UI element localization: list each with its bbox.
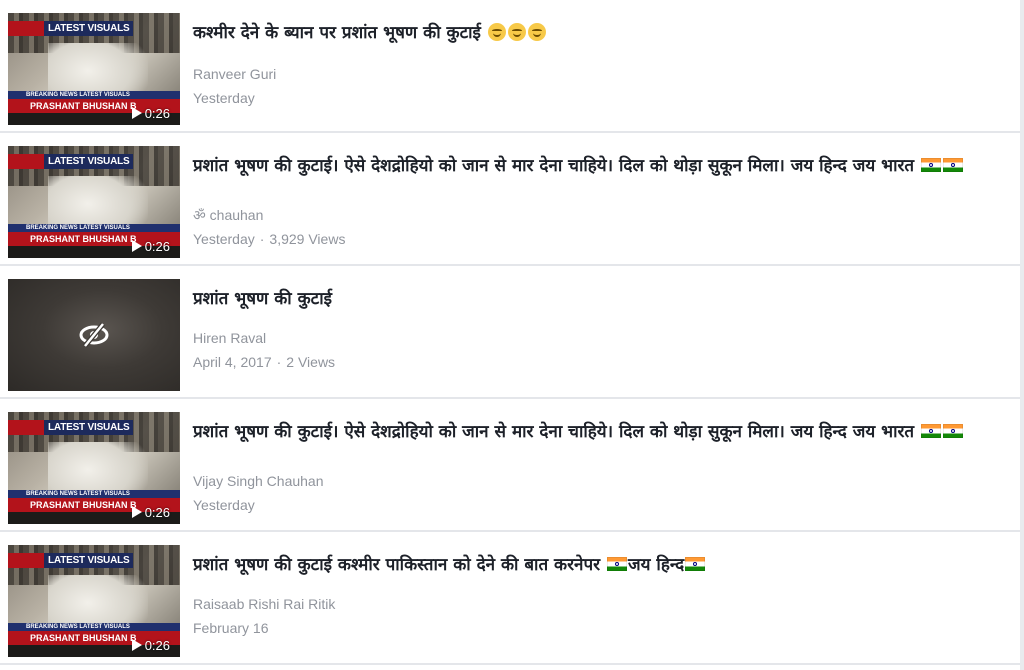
- thumbnail-news-band: BREAKING NEWS LATEST VISUALS: [8, 91, 180, 99]
- thumbnail-news-band: BREAKING NEWS LATEST VISUALS: [8, 623, 180, 631]
- video-thumbnail[interactable]: LATEST VISUALS BREAKING NEWS LATEST VISU…: [8, 412, 180, 524]
- video-meta: Yesterday: [193, 89, 255, 107]
- video-title-link[interactable]: प्रशांत भूषण की कुटाई: [193, 287, 993, 312]
- play-icon: [131, 107, 142, 119]
- video-duration: 0:26: [131, 106, 170, 122]
- video-date: April 4, 2017: [193, 354, 272, 370]
- video-author-link[interactable]: Hiren Raval: [193, 329, 266, 347]
- smiling-face-emoji-icon: [487, 23, 506, 41]
- play-icon: [131, 639, 142, 651]
- india-flag-emoji-icon: [921, 158, 942, 172]
- video-title-link[interactable]: प्रशांत भूषण की कुटाई। ऐसे देशद्रोहियो क…: [193, 154, 993, 179]
- video-thumbnail-hidden[interactable]: [8, 279, 180, 391]
- video-title-link[interactable]: प्रशांत भूषण की कुटाई कश्मीर पाकिस्तान क…: [193, 553, 993, 578]
- video-date: Yesterday: [193, 231, 255, 247]
- video-result-item: LATEST VISUALS BREAKING NEWS LATEST VISU…: [0, 136, 1020, 266]
- video-author-link[interactable]: Raisaab Rishi Rai Ritik: [193, 595, 335, 613]
- video-title-link[interactable]: प्रशांत भूषण की कुटाई। ऐसे देशद्रोहियो क…: [193, 420, 993, 445]
- video-result-item: प्रशांत भूषण की कुटाई Hiren Raval April …: [0, 269, 1020, 399]
- video-author-link[interactable]: Ranveer Guri: [193, 65, 276, 83]
- video-thumbnail[interactable]: LATEST VISUALS BREAKING NEWS LATEST VISU…: [8, 13, 180, 125]
- video-duration: 0:26: [131, 505, 170, 521]
- thumbnail-news-band: BREAKING NEWS LATEST VISUALS: [8, 224, 180, 232]
- video-meta: February 16: [193, 619, 268, 637]
- thumbnail-brand-band: LATEST VISUALS: [8, 420, 180, 435]
- india-flag-emoji-icon: [943, 158, 964, 172]
- india-flag-emoji-icon: [607, 557, 628, 571]
- video-meta: Yesterday · 3,929 Views: [193, 231, 346, 247]
- video-result-item: LATEST VISUALS BREAKING NEWS LATEST VISU…: [0, 3, 1020, 133]
- play-icon: [131, 506, 142, 518]
- thumbnail-news-band: BREAKING NEWS LATEST VISUALS: [8, 490, 180, 498]
- video-date: Yesterday: [193, 497, 255, 513]
- video-results-list: LATEST VISUALS BREAKING NEWS LATEST VISU…: [0, 0, 1020, 670]
- video-title-link[interactable]: कश्मीर देने के ब्यान पर प्रशांत भूषण की …: [193, 21, 993, 46]
- play-icon: [131, 240, 142, 252]
- video-duration: 0:26: [131, 638, 170, 654]
- video-result-item: LATEST VISUALS BREAKING NEWS LATEST VISU…: [0, 535, 1020, 665]
- video-duration: 0:26: [131, 239, 170, 255]
- video-result-item: LATEST VISUALS BREAKING NEWS LATEST VISU…: [0, 402, 1020, 532]
- video-author-link[interactable]: Vijay Singh Chauhan: [193, 472, 324, 490]
- video-meta: April 4, 2017 · 2 Views: [193, 354, 336, 370]
- video-date: February 16: [193, 620, 269, 636]
- india-flag-emoji-icon: [943, 424, 964, 438]
- smiling-face-emoji-icon: [527, 23, 546, 41]
- video-views: 2 Views: [286, 354, 336, 370]
- thumbnail-brand-band: LATEST VISUALS: [8, 21, 180, 36]
- video-meta: Yesterday: [193, 496, 255, 514]
- thumbnail-brand-band: LATEST VISUALS: [8, 553, 180, 568]
- india-flag-emoji-icon: [921, 424, 942, 438]
- thumbnail-brand-band: LATEST VISUALS: [8, 154, 180, 169]
- smiling-face-emoji-icon: [507, 23, 526, 41]
- video-thumbnail[interactable]: LATEST VISUALS BREAKING NEWS LATEST VISU…: [8, 545, 180, 657]
- video-author-link[interactable]: ॐ chauhan: [193, 206, 263, 224]
- video-date: Yesterday: [193, 90, 255, 106]
- india-flag-emoji-icon: [685, 557, 706, 571]
- video-thumbnail[interactable]: LATEST VISUALS BREAKING NEWS LATEST VISU…: [8, 146, 180, 258]
- eye-slash-icon: [79, 322, 109, 348]
- video-views: 3,929 Views: [269, 231, 346, 247]
